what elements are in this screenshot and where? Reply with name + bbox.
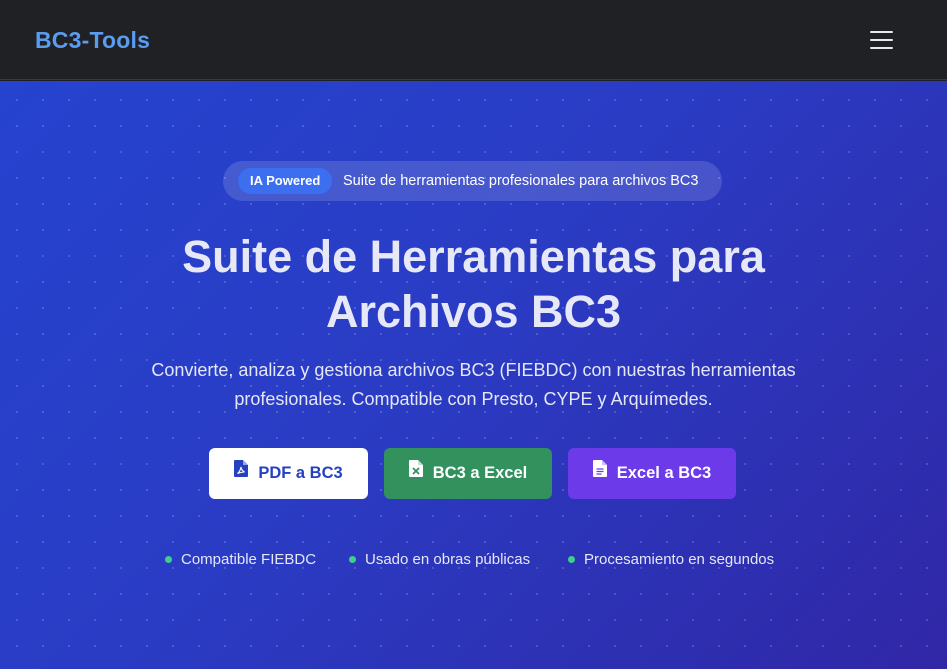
bc3-to-excel-button[interactable]: BC3 a Excel bbox=[384, 448, 552, 499]
status-dot-icon bbox=[165, 555, 172, 563]
ia-powered-badge: IA Powered bbox=[238, 168, 333, 194]
excel-to-bc3-button[interactable]: Excel a BC3 bbox=[568, 448, 736, 499]
feature-processing: Procesamiento en segundos bbox=[568, 551, 774, 568]
hero-title-line-1: Suite de Herramientas para bbox=[182, 231, 765, 282]
hero-section: IA Powered Suite de herramientas profesi… bbox=[0, 81, 947, 669]
feature-label: Procesamiento en segundos bbox=[584, 551, 775, 568]
announcement-text: Suite de herramientas profesionales para… bbox=[343, 173, 699, 189]
feature-compatible: Compatible FIEBDC bbox=[165, 551, 316, 568]
document-file-icon bbox=[592, 447, 607, 498]
announcement-pill: IA Powered Suite de herramientas profesi… bbox=[223, 161, 722, 201]
feature-label: Compatible FIEBDC bbox=[181, 551, 317, 568]
status-dot-icon bbox=[568, 555, 575, 563]
brand-logo[interactable]: BC3-Tools bbox=[35, 27, 150, 54]
hero-title: Suite de Herramientas para Archivos BC3 bbox=[120, 229, 827, 339]
status-dot-icon bbox=[349, 555, 356, 563]
pdf-to-bc3-button[interactable]: PDF a BC3 bbox=[209, 448, 368, 499]
feature-public-works: Usado en obras públicas bbox=[349, 551, 530, 568]
hero-subtitle-line-2: profesionales. Compatible con Presto, CY… bbox=[234, 389, 713, 409]
feature-label: Usado en obras públicas bbox=[365, 551, 531, 568]
pdf-to-bc3-label: PDF a BC3 bbox=[258, 464, 343, 482]
excel-to-bc3-label: Excel a BC3 bbox=[616, 464, 712, 482]
bc3-to-excel-label: BC3 a Excel bbox=[432, 464, 528, 482]
pdf-file-icon bbox=[234, 447, 249, 498]
hero-subtitle-line-1: Convierte, analiza y gestiona archivos B… bbox=[151, 360, 796, 380]
excel-file-icon bbox=[408, 447, 423, 498]
hamburger-menu-icon[interactable] bbox=[866, 26, 898, 54]
hero-subtitle: Convierte, analiza y gestiona archivos B… bbox=[120, 356, 827, 414]
hero-title-line-2: Archivos BC3 bbox=[325, 286, 622, 337]
top-navbar: BC3-Tools bbox=[0, 0, 947, 80]
